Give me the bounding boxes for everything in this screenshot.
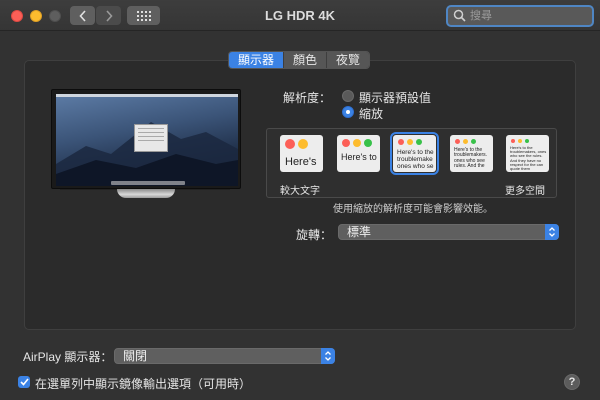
radio-scaled[interactable] (342, 106, 354, 118)
radio-default-label[interactable]: 顯示器預設值 (359, 89, 431, 106)
scale-option-2[interactable]: Here's to (337, 135, 380, 172)
scale-option-1[interactable]: Here's (280, 135, 323, 172)
rotation-label: 旋轉： (296, 228, 333, 242)
airplay-select[interactable]: 關閉 (114, 348, 335, 364)
tab-bar: 顯示器 顏色 夜覽 (228, 51, 371, 69)
airplay-value: 關閉 (123, 349, 148, 363)
mini-dock (111, 181, 185, 185)
scale-option-2-text: Here's to (341, 152, 377, 162)
search-icon (453, 9, 466, 22)
radio-scaled-label[interactable]: 縮放 (359, 105, 383, 122)
rotation-value: 標準 (347, 225, 372, 239)
scale-option-3-text: Here's to the troublemake ones who se (397, 149, 434, 170)
tab-display[interactable]: 顯示器 (229, 52, 285, 68)
updown-chevron-icon (321, 348, 335, 364)
monitor-stand (117, 189, 175, 198)
titlebar: LG HDR 4K (0, 0, 600, 31)
scale-option-4-text: Here's to the troublemakers. ones who se… (454, 147, 488, 169)
scale-option-4[interactable]: Here's to the troublemakers. ones who se… (450, 135, 493, 172)
scale-performance-note: 使用縮放的解析度可能會影響效能。 (333, 204, 493, 215)
scale-option-5-text: Here's to the troublemakers, ones who se… (510, 145, 547, 171)
help-button[interactable]: ? (564, 374, 580, 390)
more-space-label: 更多空間 (505, 186, 545, 197)
display-preferences-window: LG HDR 4K 顯示器 顏色 夜覽 解析度： 顯示器 (0, 0, 600, 400)
resolution-label: 解析度： (283, 91, 332, 105)
scale-option-3[interactable]: Here's to the troublemake ones who se (390, 132, 439, 175)
search-field[interactable] (446, 5, 594, 27)
mirroring-checkbox-label[interactable]: 在選單列中顯示鏡像輸出選項（可用時） (35, 375, 251, 392)
rotation-select[interactable]: 標準 (338, 224, 559, 240)
mirroring-checkbox[interactable] (18, 376, 30, 388)
search-input[interactable] (470, 8, 588, 24)
airplay-label: AirPlay 顯示器： (23, 350, 113, 364)
checkmark-icon (19, 378, 29, 386)
radio-default-for-display[interactable] (342, 90, 354, 102)
tab-night-shift[interactable]: 夜覽 (327, 52, 370, 68)
scale-option-1-text: Here's (285, 156, 317, 168)
monitor-screen (56, 94, 238, 186)
scale-option-5[interactable]: Here's to the troublemakers, ones who se… (506, 135, 549, 172)
tab-color[interactable]: 顏色 (284, 52, 328, 68)
larger-text-label: 較大文字 (280, 186, 320, 197)
monitor-image (51, 89, 241, 189)
updown-chevron-icon (545, 224, 559, 240)
mini-window (134, 124, 168, 152)
